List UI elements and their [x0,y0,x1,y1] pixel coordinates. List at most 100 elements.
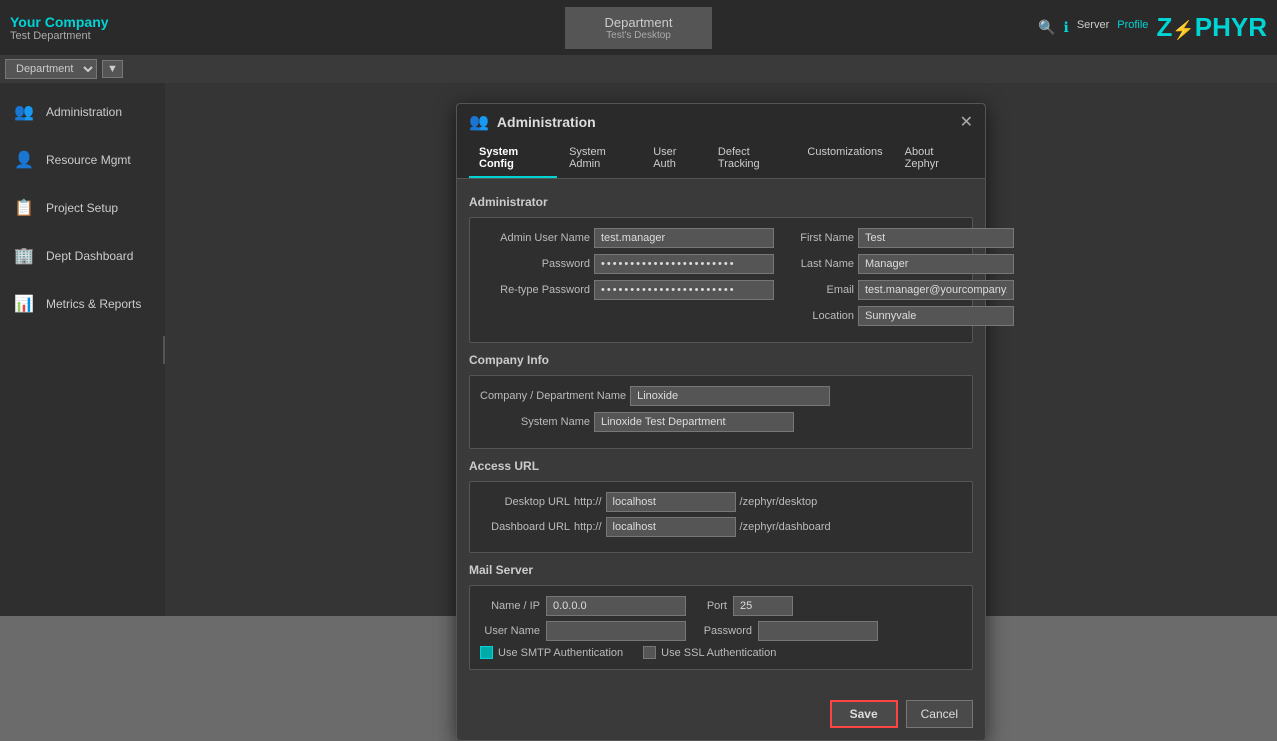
sidebar-item-dept-dashboard[interactable]: 🏢 Dept Dashboard [0,232,165,280]
top-links: 🔍 ℹ Server Profile [1038,19,1148,36]
dept-name: Test Department [10,30,109,42]
content-area: 👥 Administration ✕ System Config System … [165,83,1277,616]
smtp-auth-text: Use SMTP Authentication [498,647,623,659]
mail-name-ip-input[interactable] [546,596,686,616]
sidebar-label-project-setup: Project Setup [46,201,118,215]
password-row: Password [480,254,774,274]
modal-header: 👥 Administration ✕ [457,104,985,140]
access-url-section-box: Desktop URL http:// /zephyr/desktop Dash… [469,481,973,553]
company-info: Your Company Test Department [10,14,109,42]
first-name-row: First Name [784,228,1014,248]
top-bar: Your Company Test Department Department … [0,0,1277,55]
dept-button-label: Department [605,15,673,30]
mail-port-input[interactable] [733,596,793,616]
retype-password-label: Re-type Password [480,284,590,296]
sidebar-label-dept-dashboard: Dept Dashboard [46,249,133,263]
location-input[interactable] [858,306,1014,326]
desktop-url-label: Desktop URL [480,496,570,508]
tab-customizations[interactable]: Customizations [797,140,892,178]
email-input[interactable] [858,280,1014,300]
profile-link[interactable]: Profile [1117,19,1148,36]
sidebar-item-metrics-reports[interactable]: 📊 Metrics & Reports [0,280,165,328]
desktop-url-host-input[interactable] [606,492,736,512]
mail-server-section-box: Name / IP Port User Name Password [469,585,973,670]
mail-name-ip-label: Name / IP [480,600,540,612]
password-label: Password [480,258,590,270]
mail-user-row: User Name Password [480,621,962,641]
email-label: Email [784,284,854,296]
last-name-input[interactable] [858,254,1014,274]
dashboard-url-suffix: /zephyr/dashboard [740,521,831,533]
save-button[interactable]: Save [830,700,898,728]
first-name-input[interactable] [858,228,1014,248]
admin-username-input[interactable] [594,228,774,248]
admin-left-col: Admin User Name Password Re-type Passwor… [480,228,774,332]
info-icon[interactable]: ℹ [1064,19,1069,36]
tab-system-admin[interactable]: System Admin [559,140,641,178]
dept-dashboard-icon: 🏢 [10,242,38,270]
tab-about-zephyr-label: About Zephyr [905,146,939,170]
tab-about-zephyr[interactable]: About Zephyr [895,140,973,178]
tab-system-config-label: System Config [479,146,518,170]
mail-user-input[interactable] [546,621,686,641]
tab-system-admin-label: System Admin [569,146,606,170]
dept-button-sub: Test's Desktop [605,30,673,41]
dept-dropdown-btn[interactable]: ▼ [102,60,123,78]
dashboard-url-host-input[interactable] [606,517,736,537]
company-info-section-header: Company Info [469,353,973,367]
modal-title: 👥 Administration [469,112,596,132]
mail-pass-input[interactable] [758,621,878,641]
dashboard-url-prefix: http:// [574,521,602,533]
server-link[interactable]: Server [1077,19,1109,36]
zephyr-logo: Z⚡PHYR [1156,12,1267,43]
administrator-section-header: Administrator [469,195,973,209]
top-right: 🔍 ℹ Server Profile Z⚡PHYR [1038,12,1267,43]
last-name-row: Last Name [784,254,1014,274]
system-name-input[interactable] [594,412,794,432]
ssl-auth-checkbox[interactable] [643,646,656,659]
location-row: Location [784,306,1014,326]
tab-defect-tracking[interactable]: Defect Tracking [708,140,796,178]
resource-mgmt-icon: 👤 [10,146,38,174]
smtp-row: Use SMTP Authentication Use SSL Authenti… [480,646,962,659]
sidebar-item-project-setup[interactable]: 📋 Project Setup [0,184,165,232]
modal-title-icon: 👥 [469,112,489,132]
tab-system-config[interactable]: System Config [469,140,557,178]
smtp-auth-label[interactable]: Use SMTP Authentication [480,646,623,659]
dept-select[interactable]: Department [5,59,97,79]
sidebar-item-resource-mgmt[interactable]: 👤 Resource Mgmt [0,136,165,184]
tab-defect-tracking-label: Defect Tracking [718,146,760,170]
system-name-label: System Name [480,416,590,428]
tab-user-auth[interactable]: User Auth [643,140,706,178]
modal-close-button[interactable]: ✕ [960,112,973,132]
smtp-auth-checkbox[interactable] [480,646,493,659]
dashboard-url-row: Dashboard URL http:// /zephyr/dashboard [480,517,962,537]
metrics-reports-icon: 📊 [10,290,38,318]
mail-port-label: Port [692,600,727,612]
company-name: Your Company [10,14,109,30]
password-input[interactable] [594,254,774,274]
modal-overlay: 👥 Administration ✕ System Config System … [165,83,1277,616]
last-name-label: Last Name [784,258,854,270]
company-dept-name-input[interactable] [630,386,830,406]
retype-password-input[interactable] [594,280,774,300]
modal-footer: Save Cancel [457,692,985,740]
mail-pass-label: Password [692,625,752,637]
sidebar-label-metrics-reports: Metrics & Reports [46,297,141,311]
location-label: Location [784,310,854,322]
mail-name-ip-row: Name / IP Port [480,596,962,616]
admin-username-label: Admin User Name [480,232,590,244]
admin-right-col: First Name Last Name Email [784,228,1014,332]
dashboard-url-label: Dashboard URL [480,521,570,533]
main-layout: 👥 Administration 👤 Resource Mgmt 📋 Proje… [0,83,1277,616]
sidebar-item-administration[interactable]: 👥 Administration [0,88,165,136]
dept-button[interactable]: Department Test's Desktop [565,7,713,49]
ssl-auth-label[interactable]: Use SSL Authentication [643,646,776,659]
sidebar: 👥 Administration 👤 Resource Mgmt 📋 Proje… [0,83,165,616]
cancel-button[interactable]: Cancel [906,700,973,728]
retype-password-row: Re-type Password [480,280,774,300]
access-url-section-header: Access URL [469,459,973,473]
sub-bar: Department ▼ [0,55,1277,83]
modal-body: Administrator Admin User Name Password [457,179,985,692]
search-icon[interactable]: 🔍 [1038,19,1055,36]
